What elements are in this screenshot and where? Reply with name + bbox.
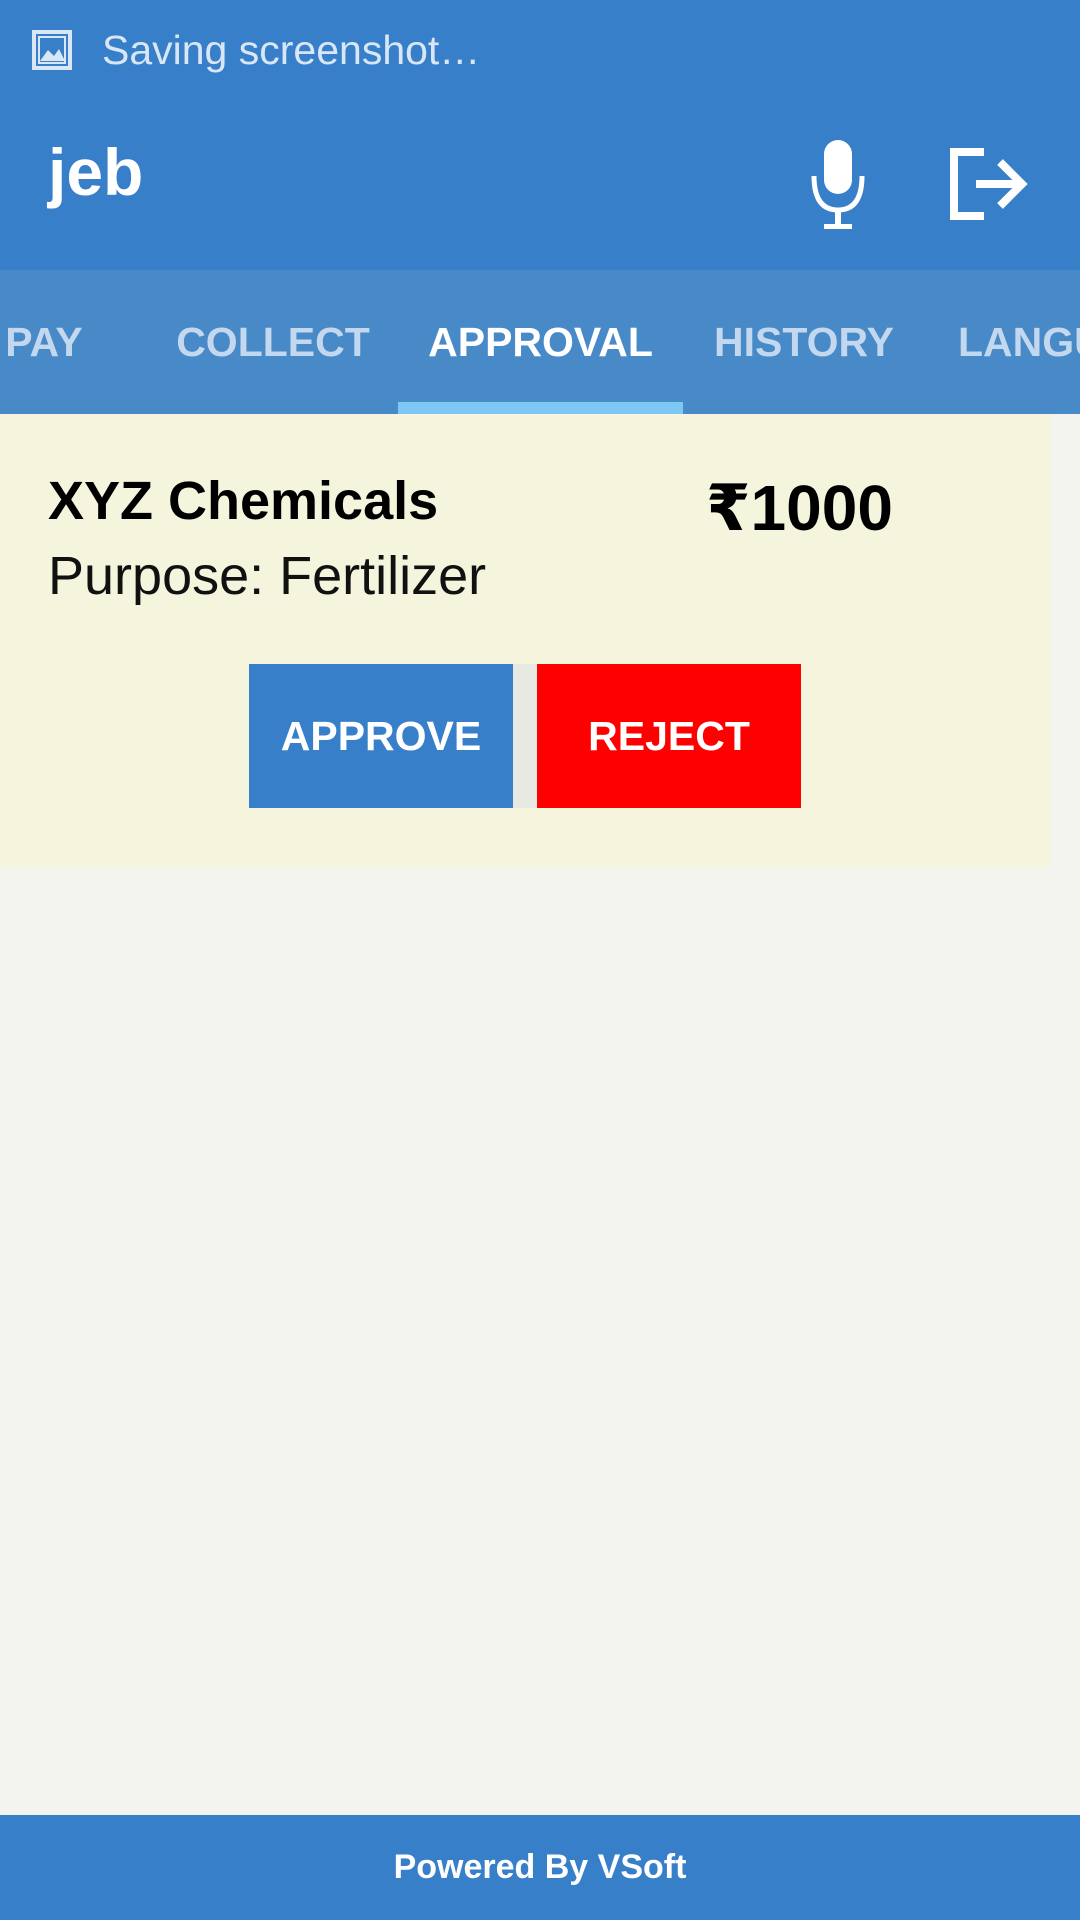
microphone-icon (811, 140, 865, 229)
footer: Powered By VSoft (0, 1815, 1080, 1920)
voice-input-button[interactable] (804, 128, 872, 240)
reject-button[interactable]: REJECT (537, 664, 801, 808)
app-bar: jeb (0, 100, 1080, 270)
tab-collect[interactable]: COLLECT (160, 270, 386, 414)
logout-button[interactable] (944, 130, 1028, 238)
status-bar: Saving screenshot… (0, 0, 1080, 100)
button-divider (513, 664, 537, 808)
request-purpose: Purpose: Fertilizer (48, 546, 487, 606)
image-icon (32, 30, 72, 70)
tab-approval[interactable]: APPROVAL (398, 270, 683, 414)
status-notification-text: Saving screenshot… (102, 27, 481, 73)
tab-language[interactable]: LANGU (958, 270, 1080, 414)
tab-bar: PAY COLLECT APPROVAL HISTORY LANGU (0, 270, 1080, 414)
approval-request-card: XYZ Chemicals ₹1000 Purpose: Fertilizer … (0, 414, 1051, 867)
payee-name: XYZ Chemicals (48, 471, 439, 531)
active-tab-indicator (398, 402, 683, 414)
approve-button[interactable]: APPROVE (249, 664, 513, 808)
request-amount: ₹1000 (706, 472, 893, 544)
footer-credit: Powered By VSoft (393, 1848, 687, 1886)
tab-history[interactable]: HISTORY (696, 270, 912, 414)
tab-pay[interactable]: PAY (0, 270, 94, 414)
app-title: jeb (48, 135, 144, 209)
logout-icon (950, 148, 1028, 220)
